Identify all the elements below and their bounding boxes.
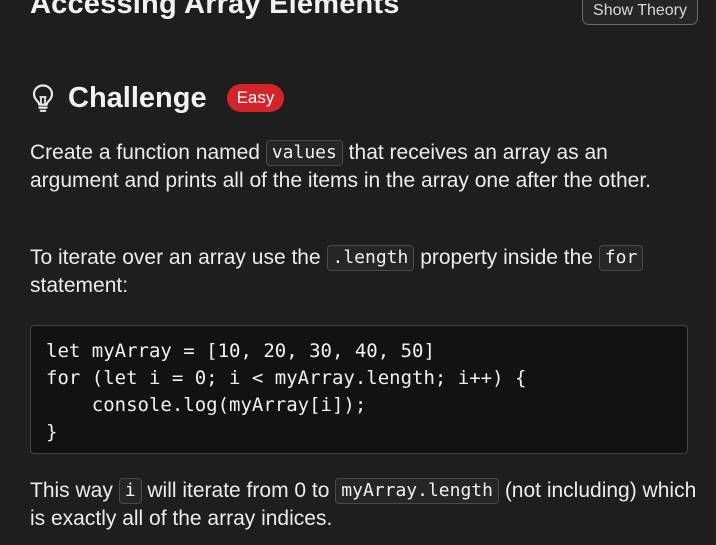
show-theory-button[interactable]: Show Theory: [582, 0, 698, 25]
challenge-title: Challenge: [68, 81, 207, 114]
code-line: }: [46, 421, 58, 443]
paragraph-text: Create a function named: [30, 141, 266, 164]
paragraph-text: property inside the: [414, 246, 599, 269]
instructions-paragraph: Create a function named values that rece…: [30, 139, 698, 195]
lesson-title: Accessing Array Elements: [30, 0, 400, 20]
paragraph-text: This way: [30, 479, 119, 502]
inline-code-mylength: myArray.length: [335, 478, 499, 504]
code-line: let myArray = [10, 20, 30, 40, 50]: [46, 340, 435, 362]
paragraph-text: statement:: [30, 274, 129, 297]
inline-code-values: values: [265, 140, 343, 166]
lesson-header: Accessing Array Elements Show Theory: [30, 0, 698, 28]
explanation-paragraph: This way i will iterate from 0 to myArra…: [30, 477, 698, 533]
paragraph-text: will iterate from 0 to: [141, 479, 336, 502]
challenge-heading: Challenge Easy: [30, 80, 285, 116]
hint-paragraph: To iterate over an array use the .length…: [30, 244, 698, 300]
code-example-block: let myArray = [10, 20, 30, 40, 50] for (…: [30, 325, 688, 454]
code-line: for (let i = 0; i < myArray.length; i++)…: [46, 367, 527, 389]
inline-code-i: i: [118, 478, 142, 504]
code-line: console.log(myArray[i]);: [46, 394, 367, 416]
challenge-page: Accessing Array Elements Show Theory Cha…: [0, 0, 716, 545]
lightbulb-icon: [30, 82, 56, 114]
inline-code-for: for: [598, 245, 644, 271]
difficulty-badge: Easy: [226, 84, 285, 112]
inline-code-length: .length: [326, 245, 415, 271]
paragraph-text: To iterate over an array use the: [30, 246, 327, 269]
